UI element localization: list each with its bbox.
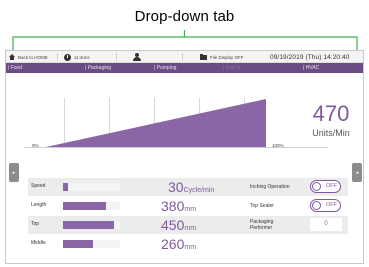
table-row-middle: Middle 260mm [28,235,348,253]
level-bar-fill [63,221,115,229]
axis-min-label: 0% [32,143,39,148]
row-value-unit: mm [184,225,197,232]
toggle-state: OFF [326,183,337,189]
row-value-unit: mm [184,206,197,213]
level-bar-fill [63,183,68,191]
production-rate-value: 470 [312,101,350,126]
row-value: 380mm [161,197,196,215]
row-value-unit: mm [184,244,197,251]
hmi-screen: Back to HOME 11:4ons File Display OFF 09… [5,50,364,264]
row-value-number: 450 [161,217,185,233]
page: Drop-down tab Back to HOME 11:4ons File … [0,0,369,267]
production-ramp [46,99,266,147]
chevron-left-icon: ◂ [355,169,359,176]
toggle-state: OFF [326,202,337,208]
row-value-number: 380 [161,198,185,214]
level-bar [63,240,120,248]
dropdown-tab-left[interactable]: ▸ [9,163,19,182]
level-bar-fill [63,202,107,210]
toggle-knob [312,201,321,210]
level-bar [63,202,120,210]
row-value-unit: Cycle/min [183,187,215,194]
table-row-length: Length 380mm Top Sealer OFF [28,197,348,215]
row-label: Speed [31,183,46,189]
chevron-right-icon: ▸ [12,169,16,176]
packaging-performer-label: Packaging Performer [250,219,273,231]
row-value: 30Cycle/min [168,178,214,196]
table-row-speed: Speed 30Cycle/min Inching Operation OFF [28,178,348,196]
top-sealer-label: Top Sealer [250,203,274,209]
top-sealer-toggle[interactable]: OFF [310,199,341,212]
row-label: Middle [31,240,46,246]
packaging-performer-line-2: Performer [250,225,273,231]
row-label: Length [31,202,47,208]
level-bar-fill [63,240,93,248]
production-rate-unit: Units/Min [312,128,350,138]
row-value: 260mm [161,235,196,253]
level-bar [63,183,120,191]
dropdown-tab-right[interactable]: ◂ [352,163,362,182]
row-value-number: 260 [161,236,185,252]
row-label: Top [31,221,40,227]
level-bar [63,221,120,229]
row-value-number: 30 [168,179,184,195]
packaging-performer-value: 0 [310,218,342,231]
table-row-top: Top 450mm Packaging Performer 0 [28,216,348,234]
row-value: 450mm [161,216,196,234]
toggle-knob [312,182,321,191]
inching-operation-toggle[interactable]: OFF [310,180,341,193]
inching-operation-label: Inching Operation [250,184,290,190]
axis-max-label: 100% [272,143,284,148]
